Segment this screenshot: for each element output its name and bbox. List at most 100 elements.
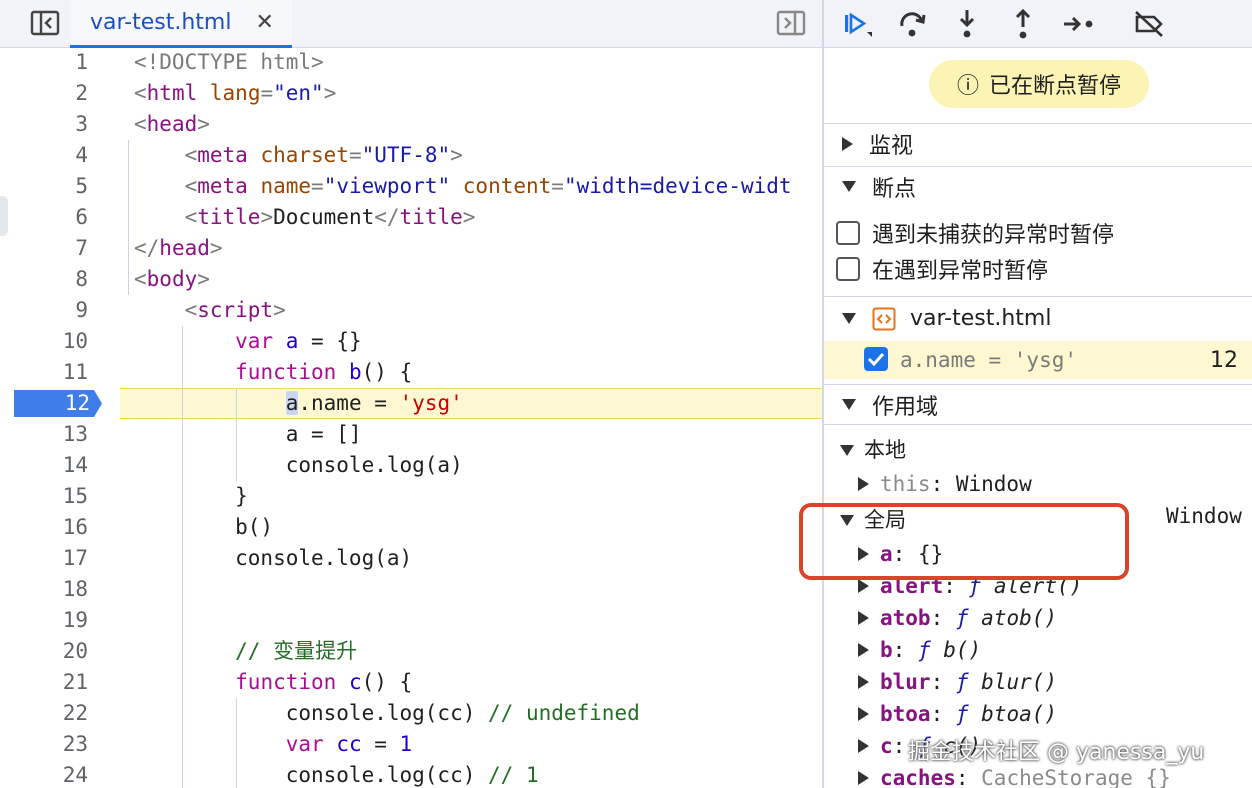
debugger-sidebar: ⓘ 已在断点暂停 监视 断点 遇到未捕获的异常时暂停 在遇到异常时暂停 var-… (824, 0, 1252, 788)
code-token: a (285, 391, 299, 415)
line-number[interactable]: 17 (0, 543, 100, 574)
code-line[interactable]: 2 <html lang="en"> (0, 78, 822, 109)
pause-caught-checkbox[interactable] (836, 257, 860, 281)
global-entry[interactable]: blur: ƒ blur() (824, 666, 1252, 698)
line-number[interactable]: 19 (0, 605, 100, 636)
line-number[interactable]: 12 (14, 388, 90, 419)
line-number[interactable]: 20 (0, 636, 100, 667)
code-line[interactable]: 8 <body> (0, 264, 822, 295)
code-line[interactable]: 14 console.log(a) (0, 450, 822, 481)
section-breakpoints[interactable]: 断点 (824, 166, 1252, 206)
code-token: function (235, 670, 337, 694)
code-line[interactable]: 12 a.name = 'ysg' (0, 388, 822, 419)
code-line[interactable]: 10 var a = {} (0, 326, 822, 357)
code-line[interactable]: 19 (0, 605, 822, 636)
code-token: meta (197, 143, 248, 167)
line-number[interactable]: 15 (0, 481, 100, 512)
scope-this[interactable]: this: Window (824, 468, 1252, 500)
global-entry[interactable]: b: ƒ b() (824, 634, 1252, 666)
line-number[interactable]: 3 (0, 109, 100, 140)
line-number[interactable]: 16 (0, 512, 100, 543)
code-text: <meta charset="UTF-8"> (134, 140, 463, 171)
breakpoint-enabled-checkbox[interactable] (864, 347, 888, 371)
code-line[interactable]: 7 </head> (0, 233, 822, 264)
step-into-icon[interactable] (950, 8, 984, 40)
code-line[interactable]: 18 (0, 574, 822, 605)
code-text: var a = {} (134, 326, 361, 357)
close-icon[interactable]: ✕ (255, 10, 273, 35)
code-token: = (551, 174, 564, 198)
line-number[interactable]: 23 (0, 729, 100, 760)
code-text: // 变量提升 (134, 636, 357, 667)
line-number[interactable]: 22 (0, 698, 100, 729)
file-tab-label: var-test.html (90, 10, 232, 35)
scope-local[interactable]: 本地 (824, 434, 1252, 466)
line-number[interactable]: 1 (0, 48, 100, 78)
line-number[interactable]: 7 (0, 233, 100, 264)
code-token: // 变量提升 (235, 639, 358, 663)
line-number[interactable]: 8 (0, 264, 100, 295)
line-number[interactable]: 10 (0, 326, 100, 357)
code-line[interactable]: 3 <head> (0, 109, 822, 140)
code-token: "width=device-widt (563, 174, 792, 198)
line-number[interactable]: 4 (0, 140, 100, 171)
code-token: < (134, 174, 198, 198)
code-line[interactable]: 15 } (0, 481, 822, 512)
code-token: > (260, 205, 274, 229)
code-line[interactable]: 23 var cc = 1 (0, 729, 822, 760)
code-line[interactable]: 6 <title>Document</title> (0, 202, 822, 233)
code-line[interactable]: 21 function c() { (0, 667, 822, 698)
line-number[interactable]: 6 (0, 202, 100, 233)
code-line[interactable]: 17 console.log(a) (0, 543, 822, 574)
toggle-debugger-icon[interactable] (776, 10, 806, 36)
step-icon[interactable] (1062, 8, 1096, 40)
line-number[interactable]: 5 (0, 171, 100, 202)
code-line[interactable]: 20 // 变量提升 (0, 636, 822, 667)
global-entry[interactable]: atob: ƒ atob() (824, 602, 1252, 634)
code-line[interactable]: 11 function b() { (0, 357, 822, 388)
global-entry[interactable]: btoa: ƒ btoa() (824, 698, 1252, 730)
line-number[interactable]: 11 (0, 357, 100, 388)
line-number[interactable]: 18 (0, 574, 100, 605)
scope-text: atob (880, 606, 931, 630)
code-line[interactable]: 4 <meta charset="UTF-8"> (0, 140, 822, 171)
file-tab[interactable]: var-test.html ✕ (70, 0, 292, 48)
breakpoint-item[interactable]: a.name = 'ysg' 12 (824, 341, 1252, 379)
expand-arrow-icon (858, 739, 869, 753)
line-number[interactable]: 21 (0, 667, 100, 698)
collapse-arrow-icon (842, 181, 856, 192)
pause-uncaught-checkbox[interactable] (836, 221, 860, 245)
line-number[interactable]: 14 (0, 450, 100, 481)
code-text: <html lang="en"> (134, 78, 336, 109)
pause-uncaught-option[interactable]: 遇到未捕获的异常时暂停 (836, 216, 1114, 250)
pause-caught-option[interactable]: 在遇到异常时暂停 (836, 252, 1048, 286)
deactivate-breakpoints-icon[interactable] (1132, 8, 1166, 40)
step-over-icon[interactable] (896, 8, 930, 40)
code-line[interactable]: 22 console.log(cc) // undefined (0, 698, 822, 729)
scope-text: atob() (981, 606, 1058, 630)
section-watch[interactable]: 监视 (824, 123, 1252, 163)
section-scope-label: 作用域 (872, 394, 939, 420)
expand-arrow-icon (858, 611, 869, 625)
toggle-navigator-icon[interactable] (30, 10, 60, 36)
line-number[interactable]: 9 (0, 295, 100, 326)
code-token: a (285, 329, 299, 353)
code-line[interactable]: 1 <!DOCTYPE html> (0, 48, 822, 78)
step-out-icon[interactable] (1006, 8, 1040, 40)
line-number[interactable]: 2 (0, 78, 100, 109)
code-line[interactable]: 9 <script> (0, 295, 822, 326)
code-line[interactable]: 13 a = [] (0, 419, 822, 450)
section-scope[interactable]: 作用域 (824, 384, 1252, 424)
resume-icon[interactable] (840, 8, 874, 40)
code-line[interactable]: 16 b() (0, 512, 822, 543)
line-number[interactable]: 24 (0, 760, 100, 788)
line-number[interactable]: 13 (0, 419, 100, 450)
code-token: charset (260, 143, 349, 167)
code-line[interactable]: 24 console.log(cc) // 1 (0, 760, 822, 788)
scope-text: c (880, 734, 893, 758)
code-editor[interactable]: 1 <!DOCTYPE html> 2 <html lang="en"> 3 <head>… (0, 48, 822, 788)
code-line[interactable]: 5 <meta name="viewport" content="width=d… (0, 171, 822, 202)
code-token: < (134, 143, 198, 167)
breakpoint-file-group[interactable]: var-test.html (824, 296, 1252, 340)
